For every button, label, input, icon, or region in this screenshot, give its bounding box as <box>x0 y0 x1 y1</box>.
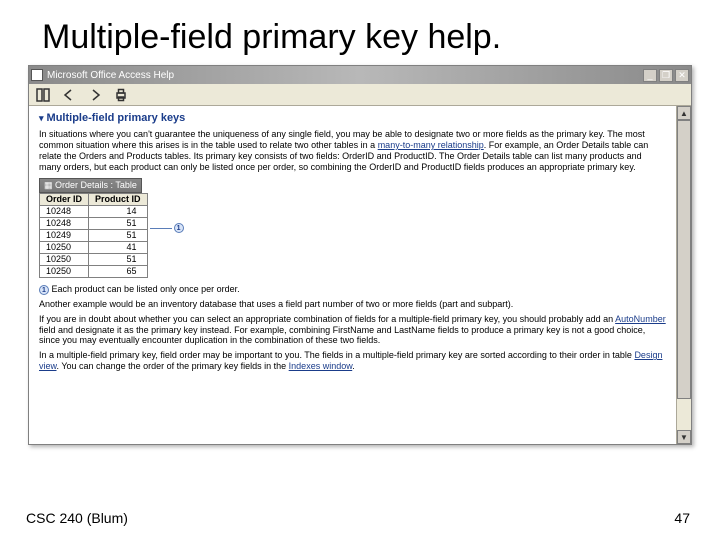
para4-text-c: . <box>352 361 355 371</box>
example-table-title: ▦ Order Details : Table <box>39 178 142 193</box>
topic-heading[interactable]: Multiple-field primary keys <box>39 112 666 125</box>
link-indexes-window[interactable]: Indexes window <box>289 361 353 371</box>
footer-left: CSC 240 (Blum) <box>26 510 128 526</box>
restore-button[interactable]: ❐ <box>659 69 673 82</box>
help-window: Microsoft Office Access Help _ ❐ ✕ Multi… <box>28 65 692 445</box>
window-title: Microsoft Office Access Help <box>47 70 174 81</box>
table-row: 1025041 <box>40 242 148 254</box>
link-many-to-many[interactable]: many-to-many relationship <box>378 140 484 150</box>
table-row: 1024851 <box>40 218 148 230</box>
tile-icon[interactable] <box>33 86 53 104</box>
para4-text-a: In a multiple-field primary key, field o… <box>39 350 634 360</box>
callout-marker-1: 1 <box>174 223 184 233</box>
back-icon[interactable] <box>59 86 79 104</box>
titlebar[interactable]: Microsoft Office Access Help _ ❐ ✕ <box>29 66 691 84</box>
table-row: 1025065 <box>40 266 148 278</box>
minimize-button[interactable]: _ <box>643 69 657 82</box>
forward-icon[interactable] <box>85 86 105 104</box>
close-button[interactable]: ✕ <box>675 69 689 82</box>
paragraph-1: In situations where you can't guarantee … <box>39 129 666 172</box>
link-autonumber[interactable]: AutoNumber <box>615 314 666 324</box>
col-order-id: Order ID <box>40 194 89 206</box>
paragraph-2: Another example would be an inventory da… <box>39 299 666 310</box>
scroll-up-icon[interactable]: ▲ <box>677 106 691 120</box>
table-row: 1025051 <box>40 254 148 266</box>
para4-text-b: . You can change the order of the primar… <box>57 361 289 371</box>
table-row: 1024814 <box>40 206 148 218</box>
paragraph-4: In a multiple-field primary key, field o… <box>39 350 666 372</box>
scroll-down-icon[interactable]: ▼ <box>677 430 691 444</box>
print-icon[interactable] <box>111 86 131 104</box>
vertical-scrollbar[interactable]: ▲ ▼ <box>676 106 691 444</box>
table-row: 1024951 <box>40 230 148 242</box>
slide-title: Multiple-field primary key help. <box>42 18 720 57</box>
callout-text: Each product can be listed only once per… <box>52 284 240 294</box>
para3-text-a: If you are in doubt about whether you ca… <box>39 314 615 324</box>
callout-1: 1 Each product can be listed only once p… <box>39 284 666 295</box>
scroll-thumb[interactable] <box>677 120 691 399</box>
col-product-id: Product ID <box>89 194 148 206</box>
toolbar <box>29 84 691 106</box>
callout-num-icon: 1 <box>39 285 49 295</box>
app-icon <box>31 69 43 81</box>
page-number: 47 <box>674 510 690 526</box>
help-content: Multiple-field primary keys In situation… <box>29 106 676 444</box>
example-table: Order ID Product ID 1024814 1024851 1024… <box>39 193 148 278</box>
example-diagram: ▦ Order Details : Table Order ID Product… <box>39 178 666 278</box>
paragraph-3: If you are in doubt about whether you ca… <box>39 314 666 346</box>
para3-text-b: field and designate it as the primary ke… <box>39 325 645 346</box>
